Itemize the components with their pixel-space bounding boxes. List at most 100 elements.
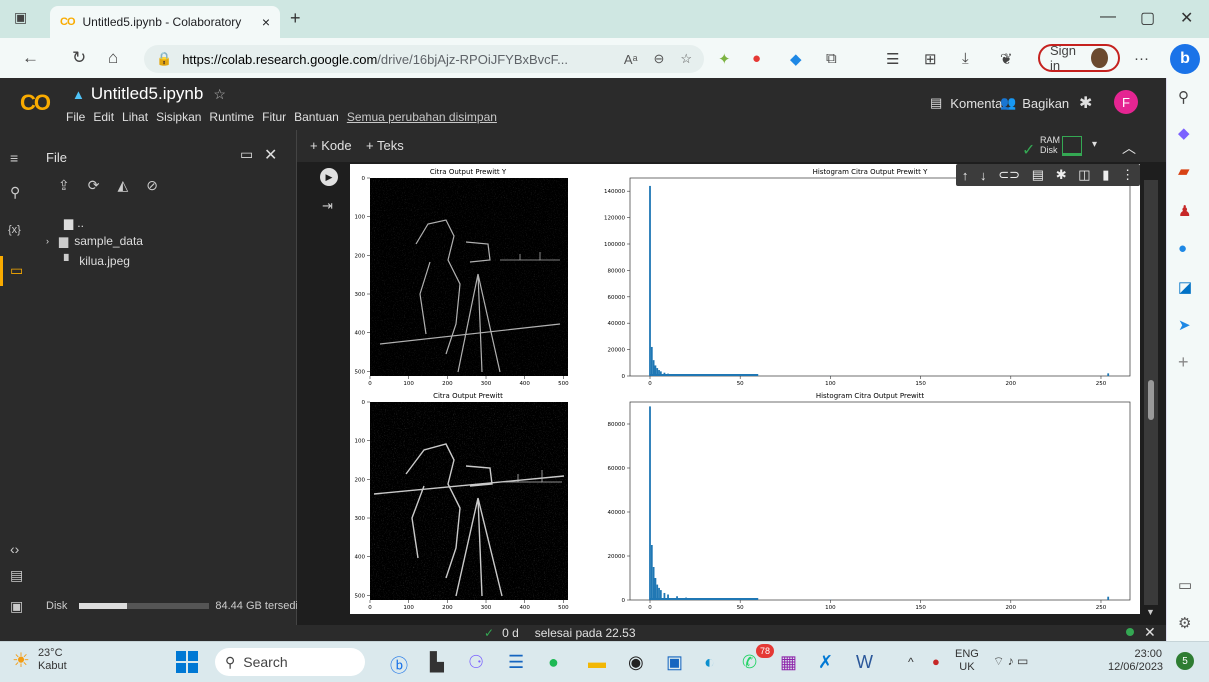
favorites-icon[interactable]: ☰ [886, 50, 899, 68]
browser-tab[interactable]: CO Untitled5.ipynb - Colaboratory × [50, 6, 280, 38]
home-icon[interactable]: ⌂ [108, 48, 118, 68]
maximize-button[interactable]: ▢ [1140, 8, 1155, 28]
sidebar-settings-icon[interactable]: ⚙ [1178, 614, 1191, 632]
panel-undock-icon[interactable]: ▭ [240, 146, 253, 163]
file-item-sample-data[interactable]: › ▆ sample_data [46, 234, 143, 248]
mirror-cell-icon[interactable]: ◫ [1078, 167, 1090, 183]
comment-cell-icon[interactable]: ▤ [1032, 167, 1044, 183]
delete-cell-icon[interactable]: ▮ [1102, 167, 1109, 183]
taskbar-store-icon[interactable]: ▣ [666, 652, 683, 673]
file-item-kilua[interactable]: ▘ kilua.jpeg [64, 254, 130, 268]
hide-files-icon[interactable]: ⊘ [146, 177, 158, 194]
menu-file[interactable]: File [66, 110, 85, 124]
sidebar-send-icon[interactable]: ➤ [1178, 316, 1191, 334]
taskbar-bing-icon[interactable]: ⓑ [390, 652, 408, 678]
taskbar-edge-icon[interactable]: ◐ [704, 652, 715, 673]
tray-overflow-icon[interactable]: ^ [908, 655, 914, 669]
sidebar-office-icon[interactable]: ● [1178, 240, 1187, 257]
start-windows-icon[interactable] [176, 651, 198, 673]
zoom-icon[interactable]: ⊖ [653, 51, 664, 67]
comment-button[interactable]: ▤ Komentar [930, 95, 1007, 111]
sidebar-tag-icon[interactable]: ◆ [1178, 124, 1190, 142]
move-up-icon[interactable]: ↑ [962, 168, 969, 183]
code-snippets-icon[interactable]: ‹› [10, 541, 19, 557]
notebook-title[interactable]: Untitled5.ipynb [91, 84, 203, 104]
sidebar-add-icon[interactable]: + [1178, 352, 1189, 373]
upload-file-icon[interactable]: ⇪ [58, 177, 70, 194]
colab-logo[interactable]: CO [20, 90, 51, 116]
taskbar-winrar-icon[interactable]: ▦ [780, 652, 797, 673]
sidebar-search-icon[interactable]: ⚲ [1178, 88, 1189, 106]
share-button[interactable]: 👥 Bagikan [1000, 95, 1069, 111]
scrollbar-thumb[interactable] [1148, 380, 1154, 420]
output-actions-icon[interactable]: ⇥ [322, 198, 333, 214]
tab-close-icon[interactable]: × [262, 14, 270, 30]
language-indicator[interactable]: ENG UK [955, 648, 979, 674]
move-down-icon[interactable]: ↓ [980, 168, 987, 183]
extension-puzzle-icon[interactable]: ⧉ [826, 50, 837, 67]
saved-status-link[interactable]: Semua perubahan disimpan [347, 110, 497, 124]
taskbar-spotify-icon[interactable]: ● [548, 652, 559, 673]
cell-more-icon[interactable]: ⋮ [1121, 167, 1134, 183]
performance-icon[interactable]: ❦ [1000, 50, 1013, 68]
tray-status-icons[interactable]: ⌔ ♪ ▭ [993, 654, 1028, 669]
execution-status[interactable]: ✓ 0 d selesai pada 22.53 [484, 626, 636, 640]
taskbar-word-icon[interactable]: W [856, 652, 873, 673]
address-bar[interactable]: 🔒 https://colab.research.google.com /dri… [144, 45, 704, 73]
variables-icon[interactable]: {x} [8, 224, 21, 236]
add-code-button[interactable]: + Kode [310, 138, 352, 153]
weather-widget[interactable]: ☀ 23°C Kabut [12, 647, 67, 673]
resource-meter[interactable]: RAM Disk [1040, 135, 1060, 155]
minimize-button[interactable]: — [1100, 8, 1116, 26]
notification-badge[interactable]: 5 [1176, 652, 1194, 670]
files-icon[interactable]: ▭ [10, 262, 23, 279]
expand-chevron-icon[interactable]: › [46, 236, 49, 246]
menu-tools[interactable]: Fitur [262, 110, 286, 124]
runtime-dropdown-icon[interactable]: ▾ [1092, 139, 1097, 150]
mount-drive-icon[interactable]: ◭ [117, 177, 128, 194]
user-avatar[interactable]: F [1114, 90, 1138, 114]
sidebar-outlook-icon[interactable]: ◪ [1178, 278, 1192, 296]
command-palette-icon[interactable]: ▤ [10, 567, 23, 584]
close-window-button[interactable]: ✕ [1180, 8, 1193, 28]
refresh-files-icon[interactable]: ⟳ [88, 177, 100, 194]
star-icon[interactable]: ☆ [213, 86, 226, 103]
sidebar-games-icon[interactable]: ♟ [1178, 202, 1191, 220]
extension-blue-icon[interactable]: ◆ [790, 50, 802, 68]
tray-app-icon[interactable]: ● [932, 654, 940, 669]
bing-icon[interactable]: b [1170, 44, 1200, 74]
taskbar-vscode-icon[interactable]: ✗ [818, 652, 833, 673]
taskbar-whatsapp-icon[interactable]: ✆ [742, 652, 757, 673]
search-icon[interactable]: ⚲ [10, 184, 20, 201]
menu-view[interactable]: Lihat [122, 110, 148, 124]
sidebar-shopping-icon[interactable]: ▰ [1178, 162, 1190, 180]
collapse-header-icon[interactable]: ︿ [1122, 138, 1136, 158]
taskbar-obs-icon[interactable]: ◉ [628, 652, 644, 673]
tab-actions-icon[interactable]: ▣ [14, 9, 27, 26]
status-close-icon[interactable]: ✕ [1144, 624, 1156, 641]
run-cell-button[interactable]: ▶ [320, 168, 338, 186]
taskbar-search[interactable]: ⚲ Search [215, 648, 365, 676]
downloads-icon[interactable]: ⤓ [962, 50, 969, 67]
add-text-button[interactable]: + Teks [366, 138, 404, 153]
taskbar-notepad-icon[interactable]: ☰ [508, 652, 524, 673]
menu-edit[interactable]: Edit [93, 110, 114, 124]
menu-runtime[interactable]: Runtime [209, 110, 254, 124]
collections-icon[interactable]: ⊞ [924, 50, 937, 68]
sign-in-button[interactable]: Sign in [1038, 43, 1120, 73]
taskbar-teams-icon[interactable]: ⚆ [468, 652, 484, 673]
cell-settings-icon[interactable]: ✱ [1056, 167, 1067, 183]
terminal-icon[interactable]: ▣ [10, 598, 23, 615]
taskbar-explorer-icon[interactable]: ▬ [588, 652, 606, 673]
favorite-star-icon[interactable]: ☆ [680, 51, 692, 67]
extension-leaf-icon[interactable]: ✦ [718, 50, 731, 68]
settings-gear-icon[interactable]: ✱ [1079, 93, 1092, 113]
read-aloud-icon[interactable]: Aᵃ [624, 52, 638, 67]
scroll-down-arrow-icon[interactable]: ▼ [1146, 607, 1155, 617]
refresh-icon[interactable]: ↻ [72, 48, 86, 68]
parent-folder-row[interactable]: ▆ .. [64, 216, 84, 230]
toc-icon[interactable]: ≡ [10, 150, 18, 166]
panel-close-icon[interactable]: ✕ [264, 145, 277, 165]
menu-insert[interactable]: Sisipkan [156, 110, 201, 124]
clock[interactable]: 23:00 12/06/2023 [1108, 648, 1163, 674]
